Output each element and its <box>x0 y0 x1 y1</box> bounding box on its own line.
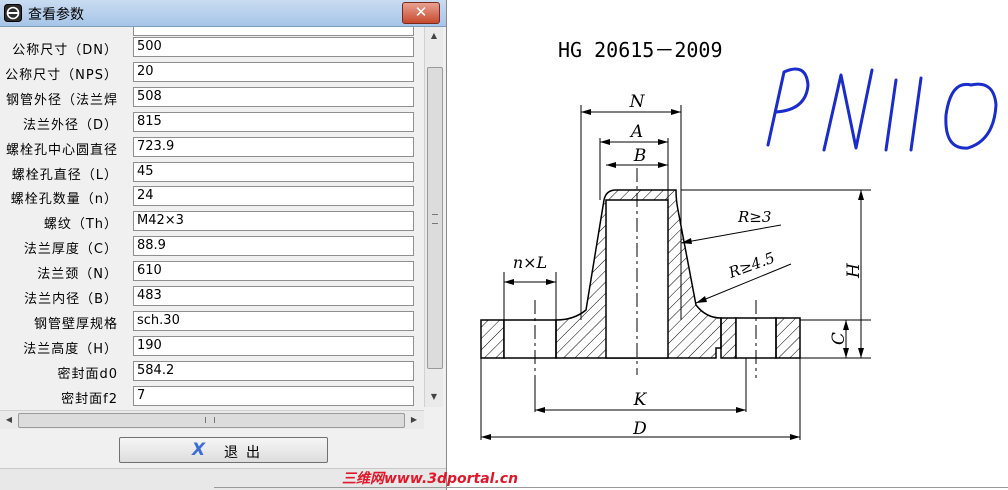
scroll-left-icon[interactable]: ◀ <box>1 412 17 428</box>
vertical-scroll-thumb[interactable] <box>427 67 443 369</box>
handwritten-pn110 <box>766 67 998 152</box>
field-value[interactable]: 20 <box>133 61 414 82</box>
label-b: B <box>633 146 647 166</box>
grip-icon <box>205 417 215 423</box>
field-row: 钢管壁厚规格 sch.30 <box>0 309 424 333</box>
watermark: 三维网www.3dportal.cn <box>342 471 519 487</box>
field-label: 螺栓孔数量（n） <box>10 192 118 208</box>
label-a: A <box>629 122 643 142</box>
field-row: 密封面f2 7 <box>0 384 424 408</box>
field-label: 法兰高度（H） <box>23 341 118 357</box>
label-d: D <box>632 419 647 439</box>
field-row: 法兰颈（N） 610 <box>0 259 424 283</box>
field-value[interactable]: 584.2 <box>133 360 414 381</box>
field-label: 密封面f2 <box>61 391 118 407</box>
label-k: K <box>633 390 648 410</box>
label-r3: R≥3 <box>737 208 771 226</box>
field-row: 法兰外径（D） 815 <box>0 110 424 134</box>
field-value[interactable]: 610 <box>133 261 414 282</box>
label-nxl: n×L <box>513 253 547 272</box>
field-value[interactable]: M42×3 <box>133 211 414 232</box>
field-row: 公称尺寸（NPS） 20 <box>0 60 424 84</box>
field-value[interactable]: 45 <box>133 161 414 182</box>
field-label: 法兰外径（D） <box>22 117 118 133</box>
field-label: 法兰厚度（C） <box>23 242 118 258</box>
title-bar[interactable]: 查看参数 ✕ <box>0 0 446 27</box>
field-row: 螺纹（Th） M42×3 <box>0 209 424 233</box>
vertical-scrollbar[interactable]: ▲ ▼ <box>424 27 443 407</box>
field-row: 螺栓孔中心圆直径 723.9 <box>0 135 424 159</box>
field-value[interactable]: 24 <box>133 186 414 207</box>
field-label: 钢管壁厚规格 <box>33 316 118 332</box>
field-value[interactable]: 7 <box>133 385 414 406</box>
app-icon <box>4 4 22 22</box>
field-label: 螺栓孔直径（L） <box>11 167 118 183</box>
field-label: 密封面d0 <box>57 366 118 382</box>
field-value[interactable]: 88.9 <box>133 236 414 257</box>
scroll-up-icon[interactable]: ▲ <box>426 28 442 44</box>
close-button[interactable]: ✕ <box>402 2 440 24</box>
field-value[interactable]: 500 <box>133 37 414 57</box>
field-value[interactable]: 723.9 <box>133 136 414 157</box>
divider <box>214 487 1008 488</box>
grip-icon <box>432 214 438 224</box>
exit-button-label: 退出 <box>224 445 268 461</box>
field-label: 公称尺寸（NPS） <box>5 67 118 83</box>
field-list: 公称尺寸（DN） 500 公称尺寸（NPS） 20 钢管外径（法兰焊 508 法兰外径（D）… <box>0 27 446 429</box>
label-h: H <box>844 262 864 279</box>
scroll-right-icon[interactable]: ▶ <box>406 412 422 428</box>
parameter-dialog: 查看参数 ✕ 公称尺寸（DN） 500 公称尺寸（NPS） 20 钢管外径（法兰焊 508… <box>0 0 447 490</box>
field-label: 公称尺寸（DN） <box>12 43 118 58</box>
field-label: 螺栓孔中心圆直径 <box>5 142 118 158</box>
scroll-down-icon[interactable]: ▼ <box>426 389 442 405</box>
field-label: 法兰内径（B） <box>24 292 118 307</box>
field-row: 螺栓孔直径（L） 45 <box>0 160 424 184</box>
label-c: C <box>829 332 849 345</box>
field-label: 钢管外径（法兰焊 <box>5 92 118 108</box>
flange-drawing: HG 20615－2009 N A B R≥3 R≥4.5 n×L H C K … <box>446 0 1008 490</box>
x-icon: X <box>192 440 206 460</box>
field-value[interactable]: 483 <box>133 286 414 306</box>
window-title: 查看参数 <box>28 7 84 23</box>
field-value[interactable]: 190 <box>133 335 414 356</box>
horizontal-scrollbar[interactable]: ◀ ▶ <box>0 410 424 429</box>
field-row: 法兰高度（H） 190 <box>0 334 424 358</box>
horizontal-scroll-thumb[interactable] <box>18 413 405 428</box>
field-label: 螺纹（Th） <box>43 217 118 233</box>
field-value[interactable]: sch.30 <box>133 310 414 331</box>
field-label: 法兰颈（N） <box>37 267 118 283</box>
field-row: 密封面d0 584.2 <box>0 359 424 383</box>
field-row: 法兰内径（B） 483 <box>0 284 424 308</box>
field-value[interactable]: 508 <box>133 86 414 107</box>
flange-cross-section: N A B R≥3 R≥4.5 n×L H C K D <box>480 67 998 440</box>
field-row: 公称尺寸（DN） 500 <box>0 35 424 59</box>
field-row: 法兰厚度（C） 88.9 <box>0 234 424 258</box>
label-n: N <box>629 92 646 112</box>
field-value[interactable]: 815 <box>133 111 414 132</box>
exit-button[interactable]: X 退出 <box>119 437 328 463</box>
field-row: 钢管外径（法兰焊 508 <box>0 85 424 109</box>
field-row: 螺栓孔数量（n） 24 <box>0 184 424 208</box>
label-r45: R≥4.5 <box>725 249 777 283</box>
